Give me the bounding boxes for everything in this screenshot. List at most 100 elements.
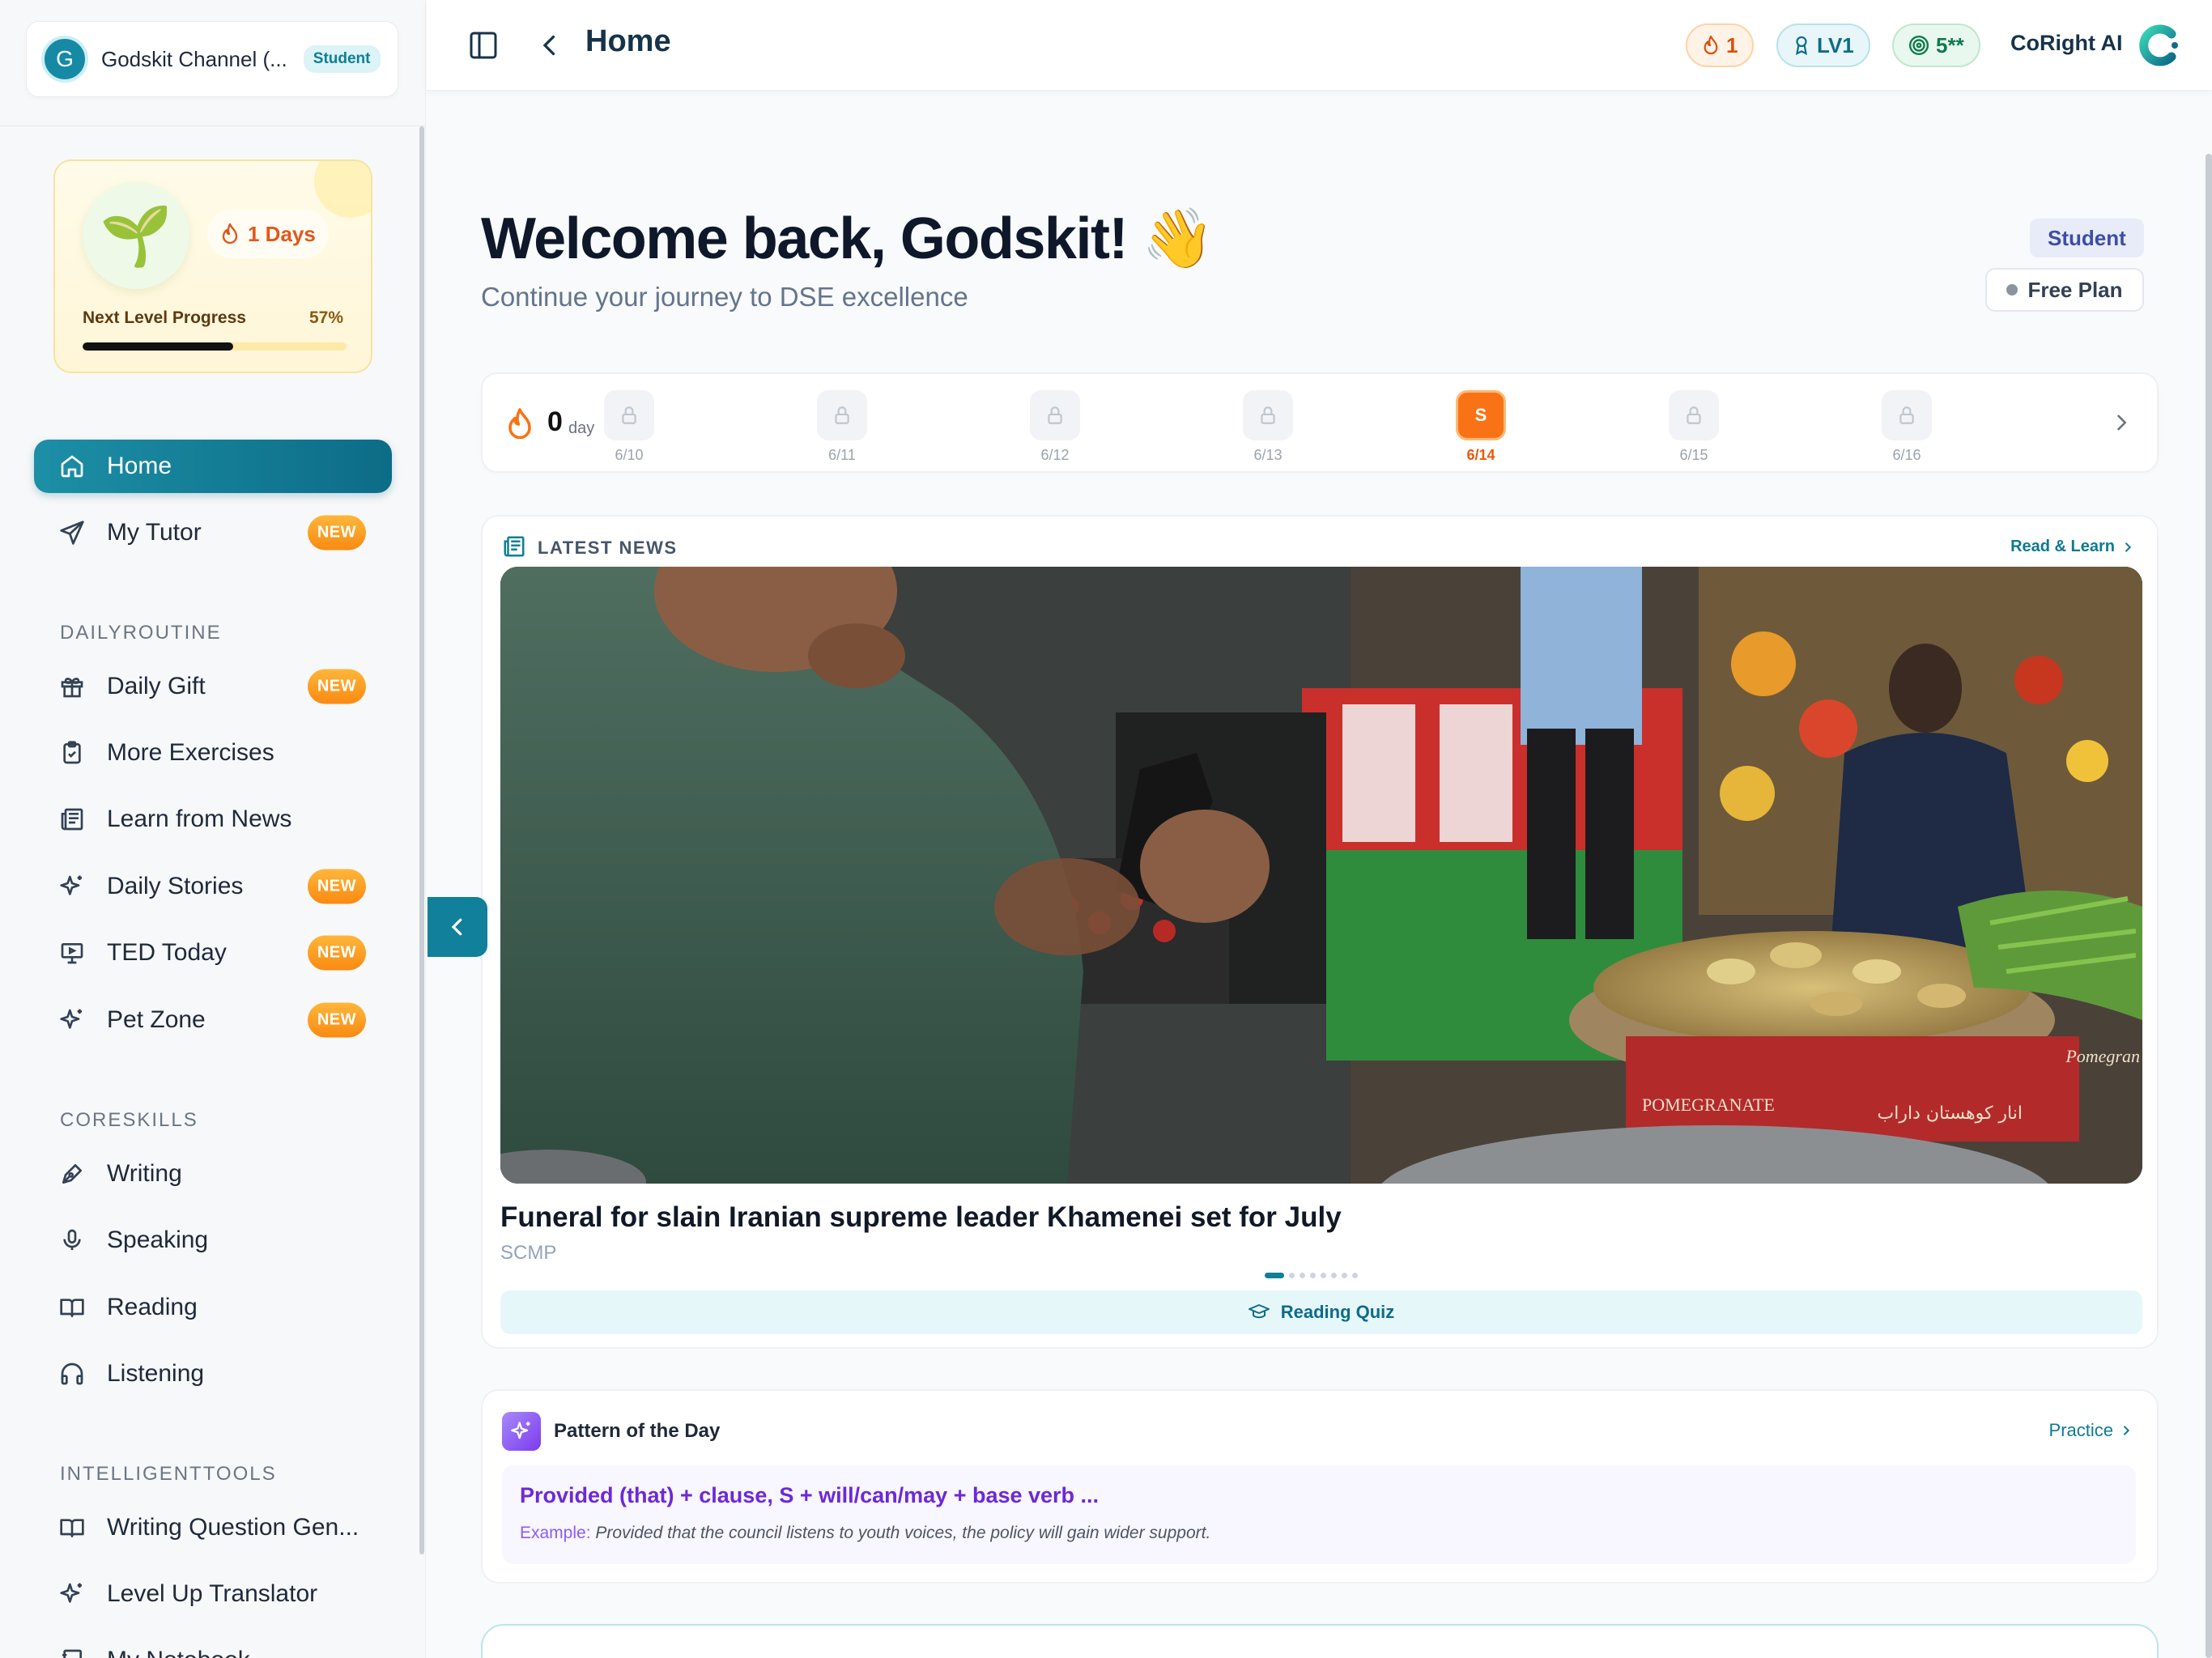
lock-icon xyxy=(604,390,654,440)
back-chevron-icon[interactable] xyxy=(535,31,564,60)
collapse-sidebar-button[interactable] xyxy=(428,897,487,957)
clipboard-icon xyxy=(58,739,86,767)
chevron-right-icon xyxy=(2124,1426,2130,1435)
sidebar-item-daily-stories[interactable]: Daily Stories NEW xyxy=(34,860,392,913)
carousel-dot[interactable] xyxy=(1352,1273,1358,1278)
sidebar-item-label: Level Up Translator xyxy=(107,1580,318,1607)
sidebar-item-writing[interactable]: Writing xyxy=(34,1147,392,1201)
book-open-icon xyxy=(58,1294,86,1321)
market-scene-illustration: POMEGRANATE انار کوهستان داراب Pomegran xyxy=(500,567,2142,1184)
sidebar-item-daily-gift[interactable]: Daily Gift NEW xyxy=(34,660,392,713)
progress-label: Next Level Progress xyxy=(83,308,246,327)
sidebar-item-label: My Notebook xyxy=(107,1647,250,1658)
streak-days-pill: 1 Days xyxy=(207,210,329,258)
carousel-dot[interactable] xyxy=(1310,1273,1316,1278)
news-photo[interactable]: POMEGRANATE انار کوهستان داراب Pomegran xyxy=(500,567,2142,1184)
section-label-tools: INTELLIGENTTOOLS xyxy=(60,1463,277,1485)
carousel-dot[interactable] xyxy=(1265,1273,1284,1278)
sidebar-item-ted-today[interactable]: TED Today NEW xyxy=(34,926,392,980)
practice-label: Practice xyxy=(2048,1420,2113,1440)
sidebar-item-label: TED Today xyxy=(107,939,227,966)
carousel-dot[interactable] xyxy=(1289,1273,1295,1278)
target-icon xyxy=(1908,35,1929,56)
book-open-icon xyxy=(58,1514,86,1541)
sidebar-scrollbar[interactable] xyxy=(419,126,424,1554)
streak-day-5[interactable]: 6/15 xyxy=(1661,390,1726,464)
sidebar-item-my-notebook[interactable]: My Notebook xyxy=(34,1634,392,1658)
graduation-cap-icon xyxy=(1248,1304,1270,1319)
notebook-icon xyxy=(58,1647,86,1658)
role-badge: Student xyxy=(303,45,381,73)
news-headline[interactable]: Funeral for slain Iranian supreme leader… xyxy=(500,1201,1342,1234)
carousel-dot[interactable] xyxy=(1300,1273,1305,1278)
welcome-subtitle: Continue your journey to DSE excellence xyxy=(481,282,968,312)
newspaper-icon xyxy=(58,806,86,833)
sparkles-icon xyxy=(58,873,86,900)
profile-card[interactable]: G Godskit Channel (... Student xyxy=(26,21,398,97)
streak-pill[interactable]: 1 xyxy=(1686,23,1755,67)
sidebar-item-writing-question-gen[interactable]: Writing Question Gen... xyxy=(34,1501,392,1554)
sidebar-item-label: Daily Stories xyxy=(107,873,244,899)
brand-name: CoRight AI xyxy=(2010,31,2123,55)
sidebar-item-reading[interactable]: Reading xyxy=(34,1281,392,1334)
profile-name: Godskit Channel (... xyxy=(101,46,287,71)
score-pill[interactable]: 5** xyxy=(1892,23,1980,67)
sidebar-item-label: Writing Question Gen... xyxy=(107,1514,359,1541)
progress-bar xyxy=(83,342,347,351)
streak-days-label: 1 Days xyxy=(248,221,316,246)
sidebar-item-listening[interactable]: Listening xyxy=(34,1347,392,1401)
sidebar-item-level-up-translator[interactable]: Level Up Translator xyxy=(34,1567,392,1621)
pattern-formula: Provided (that) + clause, S + will/can/m… xyxy=(520,1483,1100,1507)
streak-day-1[interactable]: 6/11 xyxy=(810,390,874,464)
flame-icon xyxy=(508,408,531,440)
app-root: G Godskit Channel (... Student 🌱 1 Days … xyxy=(0,0,2212,1658)
brand-logo-icon[interactable] xyxy=(2136,23,2181,68)
carousel-dots[interactable] xyxy=(1265,1273,1358,1278)
pomegranate-edge-text: Pomegran xyxy=(2065,1046,2140,1066)
sidebar-item-speaking[interactable]: Speaking xyxy=(34,1214,392,1267)
reading-quiz-button[interactable]: Reading Quiz xyxy=(500,1290,2142,1334)
carousel-dot[interactable] xyxy=(1331,1273,1337,1278)
headphones-icon xyxy=(58,1360,86,1388)
streak-day-0[interactable]: 6/10 xyxy=(597,390,661,464)
flame-icon xyxy=(222,223,238,244)
example-label: Example: xyxy=(520,1524,591,1542)
lock-icon xyxy=(1669,390,1719,440)
role-chip: Student xyxy=(2030,219,2144,257)
streak-day-4[interactable]: S 6/14 xyxy=(1448,390,1513,464)
award-icon xyxy=(1796,36,1807,56)
progress-percent: 57% xyxy=(308,308,343,327)
streak-day-2[interactable]: 6/12 xyxy=(1023,390,1087,464)
plan-chip[interactable]: Free Plan xyxy=(1985,268,2144,312)
chevron-right-icon[interactable] xyxy=(2110,411,2133,434)
sidebar-item-my-tutor[interactable]: My Tutor NEW xyxy=(34,506,392,559)
lock-icon xyxy=(817,390,867,440)
sidebar-item-label: Home xyxy=(107,453,172,479)
sidebar-divider xyxy=(0,125,425,126)
main-scrollbar[interactable] xyxy=(2206,154,2212,1658)
welcome-heading: Welcome back, Godskit! 👋 xyxy=(481,206,1214,271)
sidebar-toggle-icon[interactable] xyxy=(467,29,500,62)
practice-link[interactable]: Practice xyxy=(2049,1420,2133,1441)
sidebar-item-label: Reading xyxy=(107,1294,198,1320)
sidebar-item-learn-from-news[interactable]: Learn from News xyxy=(34,793,392,846)
pattern-title: Pattern of the Day xyxy=(554,1420,721,1442)
today-marker: S xyxy=(1456,390,1506,440)
sidebar-item-pet-zone[interactable]: Pet Zone NEW xyxy=(34,993,392,1047)
carousel-dot[interactable] xyxy=(1321,1273,1326,1278)
pen-icon xyxy=(58,1160,86,1188)
news-section-title: LATEST NEWS xyxy=(538,538,678,558)
sidebar-item-more-exercises[interactable]: More Exercises xyxy=(34,726,392,780)
streak-day-3[interactable]: 6/13 xyxy=(1236,390,1300,464)
level-pill[interactable]: LV1 xyxy=(1776,23,1870,67)
streak-day-6[interactable]: 6/16 xyxy=(1874,390,1939,464)
level-pill-value: LV1 xyxy=(1817,32,1854,57)
avatar: G xyxy=(41,36,88,83)
pattern-box: Provided (that) + clause, S + will/can/m… xyxy=(502,1465,2136,1564)
read-and-learn-link[interactable]: Read & Learn xyxy=(2010,538,2134,556)
sidebar-item-label: Learn from News xyxy=(107,806,292,832)
sidebar-item-home[interactable]: Home xyxy=(34,440,392,493)
page-title: Home xyxy=(585,24,671,58)
streak-day-label: 6/12 xyxy=(1040,447,1070,463)
carousel-dot[interactable] xyxy=(1342,1273,1347,1278)
